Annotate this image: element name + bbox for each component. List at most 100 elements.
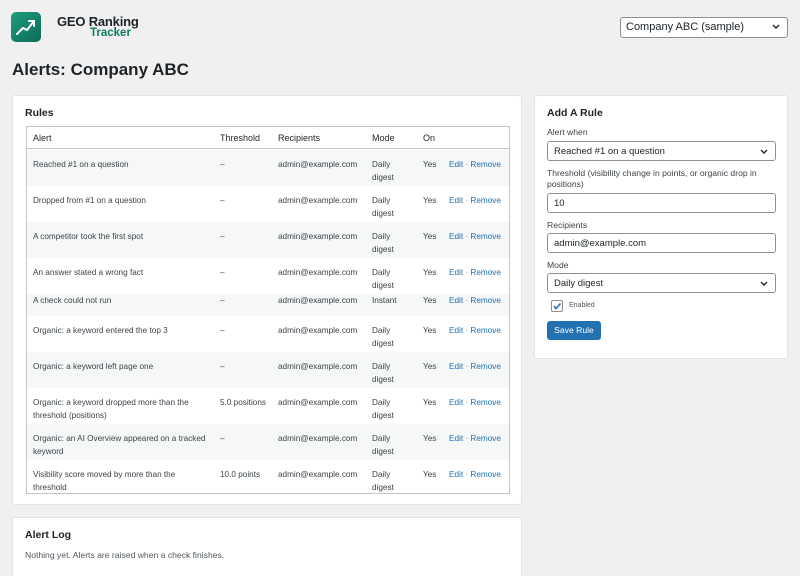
on-cell: Yes [423,268,437,277]
remove-link[interactable]: Remove [470,434,501,443]
on-cell: Yes [423,398,437,407]
recipients-cell: admin@example.com [278,196,358,205]
alert-when-select[interactable]: Reached #1 on a question [547,141,776,161]
table-row: A competitor took the first spot – admin@e… [27,222,509,258]
alert-cell: Organic: a keyword left page one [33,362,154,371]
threshold-cell: – [220,196,225,205]
chevron-down-icon [760,281,768,286]
alert-cell: Organic: an AI Overview appeared on a tr… [33,434,206,456]
table-row: An answer stated a wrong fact – admin@exam… [27,258,509,294]
actions-cell: Edit · Remove [449,267,509,280]
threshold-cell: – [220,232,225,241]
actions-cell: Edit · Remove [449,231,509,244]
actions-cell: Edit · Remove [449,433,509,446]
remove-link[interactable]: Remove [470,196,501,205]
recipients-cell: admin@example.com [278,160,358,169]
recipients-label: Recipients [547,220,588,230]
actions-cell: Edit · Remove [449,361,509,374]
edit-link[interactable]: Edit [449,326,463,335]
company-select[interactable]: Company ABC (sample) [620,17,788,38]
edit-link[interactable]: Edit [449,196,463,205]
checkmark-icon [553,302,562,310]
action-separator: · [465,434,469,443]
threshold-cell: – [220,296,225,305]
action-separator: · [465,160,469,169]
mode-value: Daily digest [554,278,604,289]
table-row: Organic: an AI Overview appeared on a tr… [27,424,509,460]
edit-link[interactable]: Edit [449,160,463,169]
action-separator: · [465,326,469,335]
threshold-cell: – [220,362,225,371]
alert-cell: Organic: a keyword entered the top 3 [33,326,168,335]
mode-cell: Instant [372,296,397,305]
action-separator: · [465,398,469,407]
remove-link[interactable]: Remove [470,160,501,169]
rules-card: Rules Alert Threshold Recipients Mode On… [12,95,522,505]
remove-link[interactable]: Remove [470,268,501,277]
edit-link[interactable]: Edit [449,434,463,443]
mode-cell: Daily digest [372,434,394,456]
edit-link[interactable]: Edit [449,268,463,277]
table-row: Reached #1 on a question – admin@example.c… [27,150,509,186]
recipients-cell: admin@example.com [278,268,358,277]
actions-cell: Edit · Remove [449,159,509,172]
remove-link[interactable]: Remove [470,362,501,371]
column-header-mode: Mode [372,133,395,143]
mode-cell: Daily digest [372,268,394,290]
on-cell: Yes [423,434,437,443]
mode-cell: Daily digest [372,470,394,492]
edit-link[interactable]: Edit [449,296,463,305]
column-header-alert: Alert [33,133,52,143]
threshold-cell: 5.0 positions [220,398,266,407]
remove-link[interactable]: Remove [470,232,501,241]
threshold-cell: – [220,434,225,443]
chevron-down-icon [772,24,780,29]
mode-cell: Daily digest [372,196,394,218]
actions-cell: Edit · Remove [449,195,509,208]
remove-link[interactable]: Remove [470,470,501,479]
recipients-cell: admin@example.com [278,232,358,241]
remove-link[interactable]: Remove [470,296,501,305]
table-row: Organic: a keyword dropped more than the… [27,388,509,424]
alert-cell: A check could not run [33,296,112,305]
on-cell: Yes [423,196,437,205]
alert-cell: Reached #1 on a question [33,160,129,169]
edit-link[interactable]: Edit [449,470,463,479]
on-cell: Yes [423,470,437,479]
edit-link[interactable]: Edit [449,232,463,241]
mode-select[interactable]: Daily digest [547,273,776,293]
column-header-threshold: Threshold [220,133,261,143]
action-separator: · [465,268,469,277]
alert-when-value: Reached #1 on a question [554,146,665,157]
save-rule-button[interactable]: Save Rule [547,321,601,340]
recipients-cell: admin@example.com [278,362,358,371]
alert-cell: An answer stated a wrong fact [33,268,144,277]
brand-subname: Tracker [90,27,131,39]
recipients-cell: admin@example.com [278,326,358,335]
threshold-input[interactable]: 10 [547,193,776,213]
actions-cell: Edit · Remove [449,469,509,482]
rules-table: Alert Threshold Recipients Mode On Reach… [26,126,510,494]
alert-cell: A competitor took the first spot [33,232,144,241]
add-rule-title: Add A Rule [547,107,603,119]
alert-log-empty-text: Nothing yet. Alerts are raised when a ch… [25,550,225,560]
threshold-cell: 10.0 points [220,470,261,479]
edit-link[interactable]: Edit [449,362,463,371]
actions-cell: Edit · Remove [449,295,509,308]
action-separator: · [465,470,469,479]
on-cell: Yes [423,296,437,305]
remove-link[interactable]: Remove [470,326,501,335]
edit-link[interactable]: Edit [449,398,463,407]
on-cell: Yes [423,326,437,335]
threshold-label: Threshold (visibility change in points, … [547,168,757,189]
enabled-checkbox[interactable] [551,300,563,312]
recipients-input[interactable]: admin@example.com [547,233,776,253]
threshold-cell: – [220,160,225,169]
action-separator: · [465,296,469,305]
action-separator: · [465,362,469,371]
table-row: Organic: a keyword left page one – admin@e… [27,352,509,388]
company-select-value: Company ABC (sample) [626,21,744,33]
mode-cell: Daily digest [372,326,394,348]
remove-link[interactable]: Remove [470,398,501,407]
alert-cell: Visibility score moved by more than the … [33,470,176,492]
